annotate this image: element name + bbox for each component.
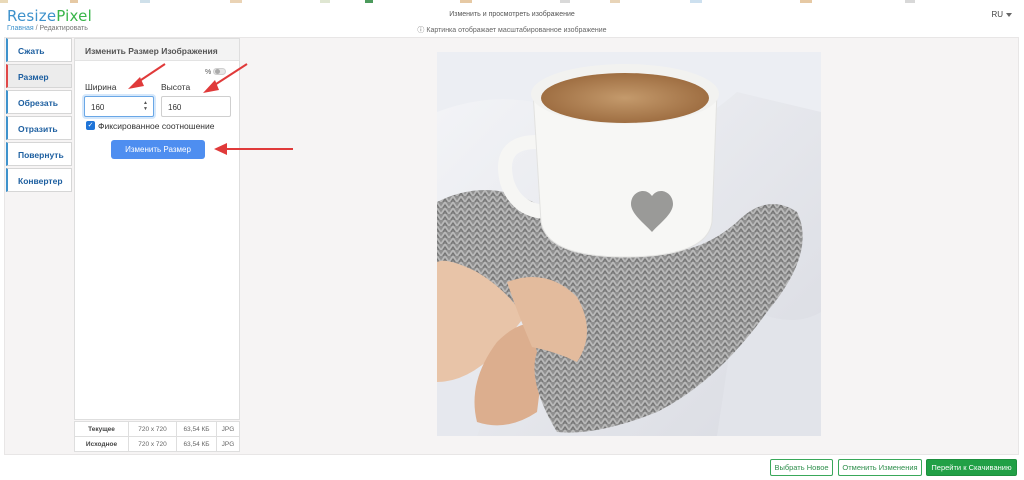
info-dimensions: 720 x 720: [128, 436, 177, 452]
resize-button[interactable]: Изменить Размер: [111, 140, 205, 159]
lock-ratio-label: Фиксированное соотношение: [98, 121, 215, 131]
info-filesize: 63,54 КБ: [176, 436, 217, 452]
language-code: RU: [991, 10, 1003, 19]
width-stepper-icon[interactable]: ▲ ▼: [143, 100, 148, 112]
info-format: JPG: [216, 421, 240, 437]
tool-sidebar: Сжать Размер Обрезать Отразить Повернуть…: [6, 38, 72, 194]
go-to-download-button[interactable]: Перейти к Скачиванию: [926, 459, 1017, 476]
cancel-changes-button[interactable]: Отменить Изменения: [838, 459, 922, 476]
info-row-label: Исходное: [74, 436, 129, 452]
image-info-table: Текущее 720 x 720 63,54 КБ JPG Исходное …: [74, 421, 240, 452]
width-input-value: 160: [91, 103, 105, 112]
info-row-label: Текущее: [74, 421, 129, 437]
chevron-down-icon: [1006, 12, 1012, 17]
panel-title: Изменить Размер Изображения: [75, 39, 239, 61]
width-input[interactable]: 160 ▲ ▼: [84, 96, 154, 117]
percent-toggle[interactable]: [213, 68, 226, 75]
sidebar-item-compress[interactable]: Сжать: [6, 38, 72, 62]
height-label: Высота: [161, 82, 191, 92]
language-selector[interactable]: RU: [991, 10, 1012, 19]
top-color-strip: [0, 0, 1024, 3]
table-row: Текущее 720 x 720 63,54 КБ JPG: [74, 421, 240, 437]
width-label: Ширина: [85, 82, 117, 92]
table-row: Исходное 720 x 720 63,54 КБ JPG: [74, 436, 240, 452]
height-input[interactable]: 160: [161, 96, 231, 117]
sidebar-item-flip[interactable]: Отразить: [6, 116, 72, 140]
choose-new-button[interactable]: Выбрать Новое: [770, 459, 833, 476]
image-preview: [437, 52, 821, 436]
lock-ratio-checkbox[interactable]: ✓: [86, 121, 95, 130]
percent-label: %: [205, 69, 212, 76]
resize-panel: Изменить Размер Изображения % Ширина Выс…: [74, 38, 240, 420]
sidebar-item-convert[interactable]: Конвертер: [6, 168, 72, 192]
coffee-socks-photo: [437, 52, 821, 436]
height-input-value: 160: [168, 103, 182, 112]
info-filesize: 63,54 КБ: [176, 421, 217, 437]
sidebar-item-crop[interactable]: Обрезать: [6, 90, 72, 114]
page-subtitle: ⓘ Картинка отображает масштабированное и…: [417, 27, 607, 34]
sidebar-item-rotate[interactable]: Повернуть: [6, 142, 72, 166]
sidebar-item-resize[interactable]: Размер: [6, 64, 72, 88]
info-format: JPG: [216, 436, 240, 452]
page-title: Изменить и просмотреть изображение: [449, 11, 575, 18]
info-dimensions: 720 x 720: [128, 421, 177, 437]
